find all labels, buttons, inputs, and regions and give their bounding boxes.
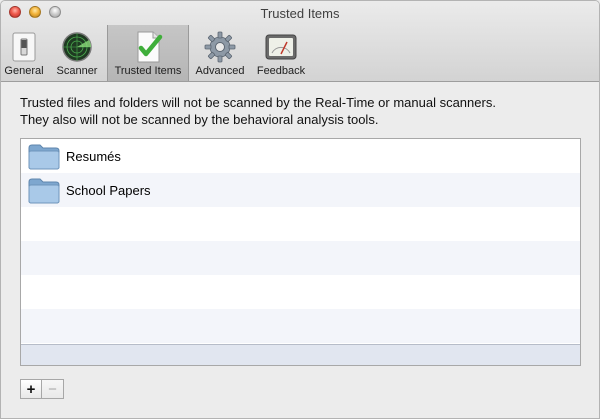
toolbar-label: Scanner [56,65,98,77]
list-footer-bar [21,344,580,365]
toolbar-label: Trusted Items [114,65,182,77]
toolbar-item-general[interactable]: General [1,27,47,79]
checkmark-document-icon [137,31,163,63]
toolbar-item-advanced[interactable]: Advanced [189,27,251,79]
description-line-2: They also will not be scanned by the beh… [20,112,379,127]
toolbar-label: Feedback [256,65,306,77]
list-item[interactable]: School Papers [21,173,580,207]
add-item-button[interactable]: + [20,379,42,399]
trusted-items-list[interactable]: Resumés School Papers [20,138,581,366]
remove-item-button[interactable]: − [42,379,64,399]
toolbar-item-trusted-items[interactable]: Trusted Items [107,25,189,81]
list-item[interactable]: Resumés [21,139,580,173]
empty-row [21,241,580,275]
empty-row [21,309,580,343]
description-text: Trusted files and folders will not be sc… [20,94,590,128]
toolbar-label: Advanced [195,65,245,77]
toolbar-item-scanner[interactable]: Scanner [47,27,107,79]
toolbar-item-feedback[interactable]: Feedback [251,27,311,79]
radar-icon [62,32,92,62]
titlebar-toolbar: Trusted Items General Scanner Trusted It… [1,1,599,82]
preferences-toolbar: General Scanner Trusted Items Advanced F… [1,25,311,81]
folder-icon [28,178,60,203]
description-line-1: Trusted files and folders will not be sc… [20,95,496,110]
preferences-window: Trusted Items General Scanner Trusted It… [0,0,600,419]
window-title: Trusted Items [260,6,340,21]
empty-row [21,275,580,309]
list-edit-buttons: + − [20,379,64,399]
gear-icon [204,31,236,63]
trusted-items-pane: Trusted files and folders will not be sc… [1,82,599,418]
list-item-label: Resumés [66,148,121,164]
toolbar-label: General [4,65,44,77]
folder-icon [28,144,60,169]
list-item-label: School Papers [66,182,151,198]
empty-row [21,207,580,241]
gauge-icon [265,34,297,60]
switch-icon [12,32,36,62]
